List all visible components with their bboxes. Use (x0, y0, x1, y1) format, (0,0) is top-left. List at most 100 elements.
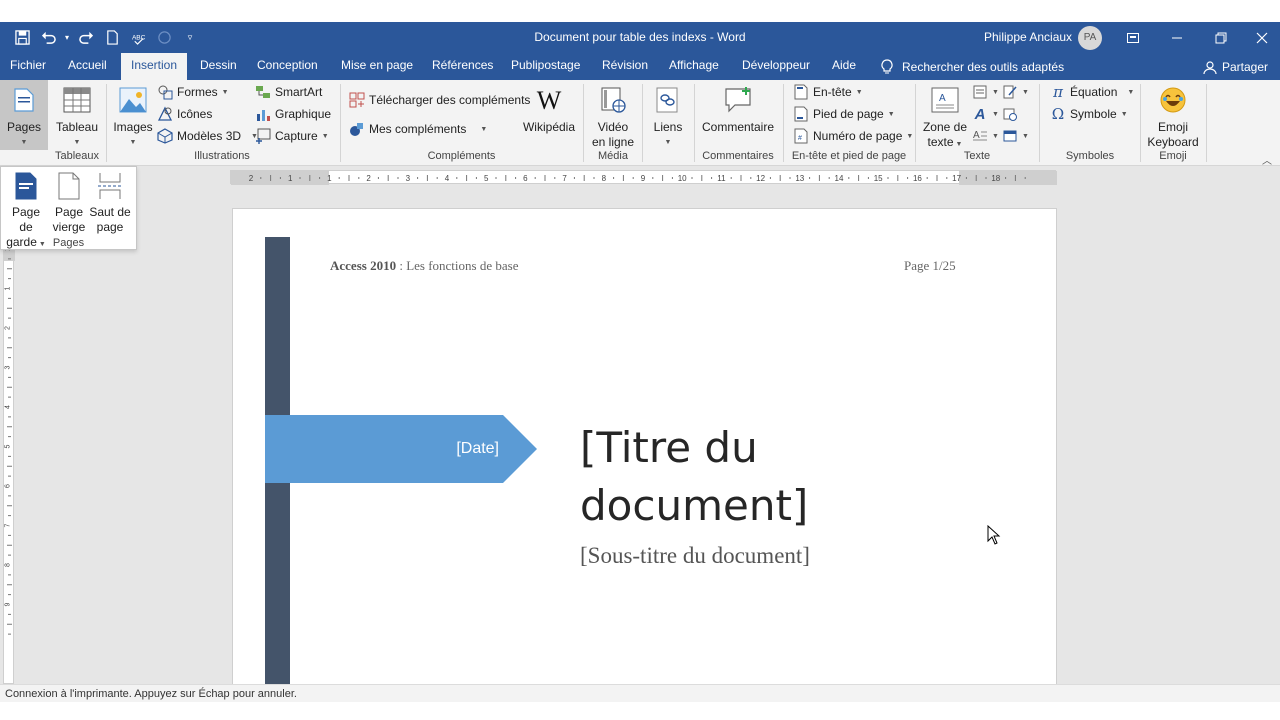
collapse-ribbon-icon[interactable]: ︿ (1262, 152, 1272, 167)
undo-icon[interactable] (36, 26, 60, 50)
zone-de-texte-button[interactable]: A Zone de texte ▼ (920, 84, 970, 152)
touch-mode-icon[interactable] (152, 26, 176, 50)
document-title-placeholder[interactable]: [Titre du document] (580, 419, 808, 535)
document-canvas[interactable]: 21123456789101112131415161718 1123456789… (0, 166, 1280, 684)
tab-aide[interactable]: Aide (822, 53, 866, 80)
user-name[interactable]: Philippe Anciaux (984, 22, 1072, 53)
images-button[interactable]: Images ▼ (112, 84, 154, 150)
object-button[interactable]: ▼ (1002, 126, 1029, 146)
emoji-keyboard-button[interactable]: Emoji Keyboard (1145, 84, 1201, 150)
undo-dropdown-icon[interactable]: ▾ (62, 26, 72, 50)
smartart-button[interactable]: SmartArt (255, 82, 322, 102)
group-separator (783, 84, 784, 162)
graphique-label: Graphique (275, 107, 332, 121)
numero-de-page-button[interactable]: # Numéro de page ▼ (793, 126, 913, 146)
capture-label: Capture (275, 129, 318, 143)
tab-revision[interactable]: Révision (592, 53, 658, 80)
signature-line-button[interactable]: ▼ (1002, 82, 1029, 102)
emoji-icon (1157, 84, 1189, 116)
page-vierge-button[interactable]: Page vierge (51, 171, 87, 235)
avatar[interactable]: PA (1078, 26, 1102, 50)
status-bar: Connexion à l'imprimante. Appuyez sur Éc… (0, 684, 1280, 702)
formes-button[interactable]: Formes ▼ (157, 82, 229, 102)
close-icon[interactable] (1243, 22, 1280, 53)
group-separator (1039, 84, 1040, 162)
group-label-commentaires: Commentaires (702, 150, 774, 162)
tableau-button[interactable]: Tableau ▼ (52, 84, 102, 150)
telecharger-complements-button[interactable]: Télécharger des compléments (349, 90, 530, 110)
new-document-icon[interactable] (100, 26, 124, 50)
ruler-tick-label: 2 (249, 174, 254, 183)
tab-mise-en-page[interactable]: Mise en page (331, 53, 423, 80)
date-time-icon (1002, 106, 1018, 122)
tab-publipostage[interactable]: Publipostage (501, 53, 590, 80)
spelling-icon[interactable]: ABC (126, 26, 150, 50)
commentaire-button[interactable]: Commentaire (698, 84, 778, 135)
tab-fichier[interactable]: Fichier (0, 53, 56, 80)
ruler-tick-label: 4 (445, 174, 450, 183)
symbole-button[interactable]: Ω Symbole ▼ (1050, 104, 1128, 124)
ruler-tick-label: 1 (5, 286, 12, 290)
share-button[interactable]: Partager (1203, 53, 1268, 80)
video-en-ligne-button[interactable]: Vidéo en ligne (588, 84, 638, 150)
vertical-ruler[interactable]: 1123456789 (3, 208, 15, 684)
wikipedia-icon: W (536, 85, 562, 115)
tableau-label: Tableau (55, 120, 99, 134)
document-subtitle-placeholder[interactable]: [Sous-titre du document] (580, 543, 810, 569)
group-label-symboles: Symboles (1065, 150, 1115, 162)
wikipedia-button[interactable]: W Wikipédia (520, 84, 578, 135)
wordart-button[interactable]: A ▼ (972, 104, 999, 124)
capture-button[interactable]: Capture ▼ (255, 126, 329, 146)
tell-me-search[interactable]: Rechercher des outils adaptés (880, 53, 1064, 80)
minimize-icon[interactable] (1155, 22, 1199, 53)
ruler-tick-label: 3 (5, 365, 12, 369)
drop-cap-button[interactable]: A ▼ (972, 126, 999, 146)
pages-icon (8, 84, 40, 116)
page-vierge-line2: vierge (52, 220, 86, 234)
ribbon-display-options-icon[interactable] (1111, 22, 1155, 53)
tab-affichage[interactable]: Affichage (659, 53, 729, 80)
pages-button[interactable]: Pages ▼ (0, 80, 48, 150)
document-page[interactable]: Access 2010 : Les fonctions de base Page… (232, 208, 1057, 684)
share-label: Partager (1222, 59, 1269, 74)
restore-icon[interactable] (1199, 22, 1243, 53)
en-tete-button[interactable]: En-tête ▼ (793, 82, 863, 102)
save-icon[interactable] (10, 26, 34, 50)
quick-parts-button[interactable]: ▼ (972, 82, 999, 102)
ruler-tick-label: 14 (835, 174, 844, 183)
horizontal-ruler[interactable]: 2 1 1 2 3 4 5 6 7 8 9 10 11 12 13 14 15 16 17 18 (230, 170, 1057, 185)
icones-button[interactable]: Icônes (157, 104, 212, 124)
pied-de-page-label: Pied de page (813, 107, 884, 121)
store-icon (349, 92, 365, 108)
pied-de-page-button[interactable]: Pied de page ▼ (793, 104, 895, 124)
page-header-title[interactable]: Access 2010 : Les fonctions de base (330, 258, 518, 274)
ribbon-tab-strip: Fichier Accueil Insertion Dessin Concept… (0, 53, 1280, 80)
ruler-tick-label: 17 (952, 174, 961, 183)
group-label-en-tete: En-tête et pied de page (791, 150, 907, 162)
tab-conception[interactable]: Conception (247, 53, 328, 80)
page-header-number[interactable]: Page 1/25 (904, 258, 956, 274)
icons-icon (157, 106, 173, 122)
tab-references[interactable]: Références (422, 53, 503, 80)
screenshot-icon (255, 128, 271, 144)
tab-dessin[interactable]: Dessin (190, 53, 247, 80)
tab-developpeur[interactable]: Développeur (732, 53, 820, 80)
pages-dropdown-label: Pages (52, 237, 85, 249)
redo-icon[interactable] (74, 26, 98, 50)
liens-button[interactable]: Liens ▼ (646, 84, 690, 150)
saut-de-page-button[interactable]: Saut de page (89, 171, 131, 235)
modeles-3d-button[interactable]: Modèles 3D ▼ (157, 126, 258, 146)
ruler-tick-label: 2 (366, 174, 371, 183)
tab-accueil[interactable]: Accueil (58, 53, 117, 80)
equation-button[interactable]: π Équation ▼ (1050, 82, 1134, 102)
chevron-down-icon: ▼ (20, 139, 28, 146)
tab-insertion[interactable]: Insertion (121, 53, 188, 80)
page-vierge-line1: Page (54, 205, 84, 219)
lightbulb-icon (881, 58, 893, 73)
graphique-button[interactable]: Graphique (255, 104, 331, 124)
date-time-button[interactable] (1002, 104, 1018, 124)
date-placeholder[interactable]: [Date] (383, 440, 499, 458)
customize-qat-icon[interactable]: ▿ (178, 26, 202, 50)
svg-text:A: A (939, 93, 946, 104)
mes-complements-button[interactable]: Mes compléments ▼ (349, 119, 487, 139)
